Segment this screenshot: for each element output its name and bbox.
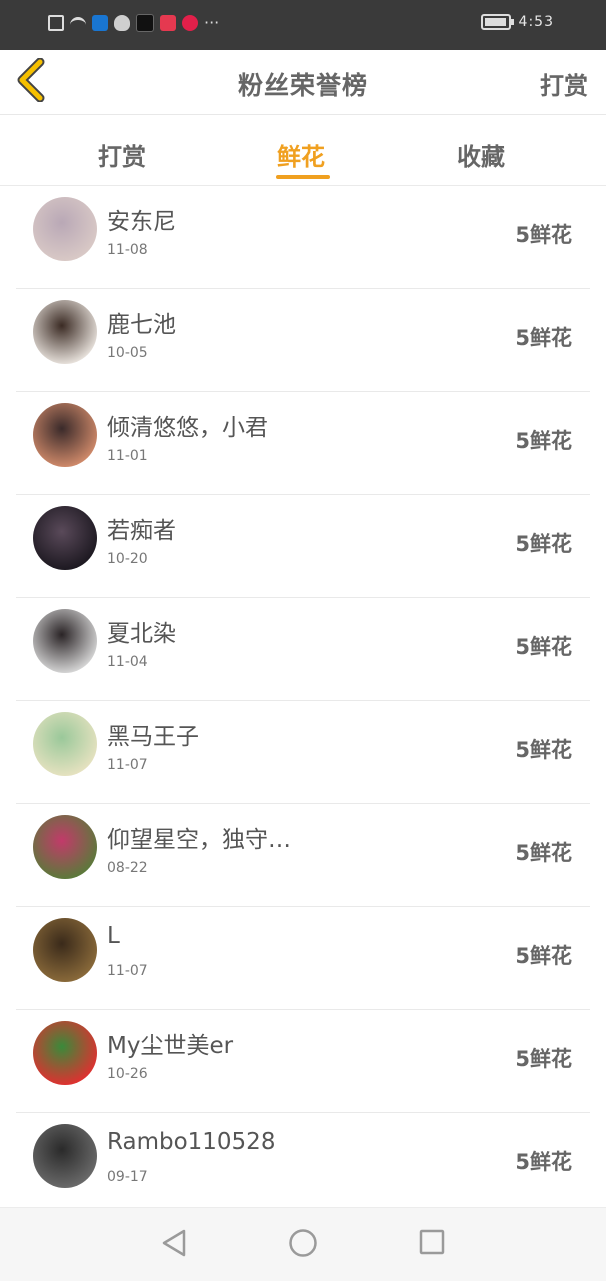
app-header: 粉丝荣誉榜 打赏 [0,50,606,115]
tab-bar: 打赏 鲜花 收藏 [0,115,606,186]
calendar-icon [160,15,176,31]
gift-count: 5鲜花 [515,1150,572,1174]
gift-count: 5鲜花 [515,429,572,453]
fan-row[interactable]: My尘世美er 10-26 5鲜花 [16,1010,590,1113]
fan-date: 10-20 [107,551,148,567]
fan-name: 仰望星空，独守… [107,827,291,853]
nav-home-button[interactable] [288,1228,318,1262]
more-notifications-icon: ··· [204,13,220,32]
fan-row[interactable]: 夏北染 11-04 5鲜花 [16,598,590,701]
fan-row[interactable]: Rambo110528 09-17 5鲜花 [16,1113,590,1216]
nav-back-button[interactable] [160,1228,188,1262]
fan-date: 09-17 [107,1169,148,1185]
fan-name: Rambo110528 [107,1129,276,1155]
fan-name: L [107,923,120,949]
avatar [33,712,97,776]
fan-row[interactable]: 鹿七池 10-05 5鲜花 [16,289,590,392]
fan-row[interactable]: 若痴者 10-20 5鲜花 [16,495,590,598]
tiktok-icon [136,14,154,32]
notification-icons: ··· [48,14,219,32]
app-icon [182,15,198,31]
triangle-back-icon [162,1229,186,1257]
avatar [33,1124,97,1188]
wifi-icon [70,16,86,30]
reward-button[interactable]: 打赏 [540,66,588,101]
avatar [33,815,97,879]
fan-date: 11-07 [107,963,148,979]
gift-count: 5鲜花 [515,223,572,247]
shield-icon [92,15,108,31]
page-title: 粉丝荣誉榜 [237,71,368,100]
fan-row[interactable]: 仰望星空，独守… 08-22 5鲜花 [16,804,590,907]
avatar [33,1021,97,1085]
fan-row[interactable]: 安东尼 11-08 5鲜花 [16,186,590,289]
fan-date: 11-08 [107,242,148,258]
system-status: 4:53 [480,14,554,30]
alert-icon [48,15,64,31]
fan-name: 黑马王子 [107,724,199,750]
fan-name: 夏北染 [107,621,176,647]
square-recents-icon [419,1229,445,1255]
avatar [33,403,97,467]
fan-row[interactable]: 黑马王子 11-07 5鲜花 [16,701,590,804]
avatar [33,197,97,261]
tab-reward[interactable]: 打赏 [98,137,146,172]
battery-icon [480,14,514,30]
fan-name: 若痴者 [107,518,176,544]
fan-name: 安东尼 [107,209,176,235]
gift-count: 5鲜花 [515,532,572,556]
tab-favorites[interactable]: 收藏 [457,137,505,172]
fan-date: 08-22 [107,860,148,876]
fan-date: 10-05 [107,345,148,361]
circle-home-icon [289,1229,317,1257]
gift-count: 5鲜花 [515,1047,572,1071]
fan-name: 倾清悠悠，小君 [107,415,268,441]
fan-row[interactable]: L 11-07 5鲜花 [16,907,590,1010]
nav-recents-button[interactable] [418,1228,446,1262]
status-bar: ··· 4:53 [0,0,606,50]
gift-count: 5鲜花 [515,738,572,762]
fan-row[interactable]: 倾清悠悠，小君 11-01 5鲜花 [16,392,590,495]
gift-count: 5鲜花 [515,635,572,659]
gift-count: 5鲜花 [515,841,572,865]
fan-date: 11-04 [107,654,148,670]
tab-flowers[interactable]: 鲜花 [277,137,325,172]
avatar [33,300,97,364]
gift-count: 5鲜花 [515,326,572,350]
fan-name: 鹿七池 [107,312,176,338]
fan-list: 安东尼 11-08 5鲜花 鹿七池 10-05 5鲜花 倾清悠悠，小君 11-0… [0,186,606,1216]
fan-date: 10-26 [107,1066,148,1082]
avatar [33,918,97,982]
system-nav-bar [0,1207,606,1281]
active-tab-indicator [276,175,330,179]
qq-icon [114,15,130,31]
clock: 4:53 [518,14,554,30]
gift-count: 5鲜花 [515,944,572,968]
avatar [33,609,97,673]
fan-name: My尘世美er [107,1033,234,1059]
fan-date: 11-01 [107,448,148,464]
avatar [33,506,97,570]
fan-date: 11-07 [107,757,148,773]
